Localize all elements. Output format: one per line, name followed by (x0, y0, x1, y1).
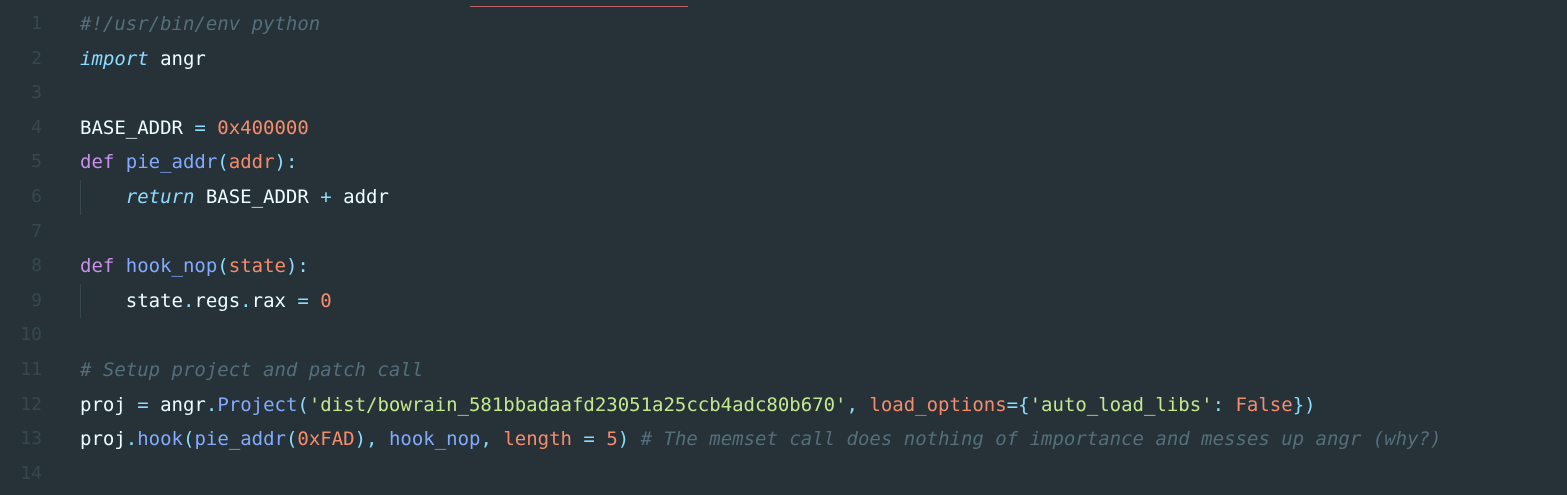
line-code: def hook_nop(state): (80, 249, 309, 284)
line-number: 5 (31, 151, 42, 173)
code-token: : (1212, 393, 1236, 416)
line-code: proj.hook(pie_addr(0xFAD), hook_nop, len… (80, 422, 1441, 457)
line-number: 7 (31, 220, 42, 242)
code-token: pie_addr (125, 151, 218, 174)
code-token: # Setup project and patch call (80, 358, 424, 381)
code-token: regs (194, 289, 241, 312)
line-code: state.regs.rax = 0 (80, 284, 332, 319)
code-token: hook_nop (388, 428, 481, 451)
code-token: Project (217, 393, 298, 416)
line-number: 12 (20, 393, 42, 415)
line-number: 11 (20, 358, 42, 380)
line-code: BASE_ADDR = 0x400000 (80, 111, 309, 146)
code-token: def (80, 151, 115, 174)
code-token: ( (297, 393, 309, 416)
line-code: import angr (80, 42, 206, 77)
line-code: proj = angr.Project('dist/bowrain_581bba… (80, 388, 1316, 423)
code-token: 5 (606, 428, 618, 451)
code-token: def (80, 255, 115, 278)
code-token: = (297, 289, 309, 312)
code-token: proj (80, 428, 126, 451)
line-number: 2 (31, 47, 42, 69)
code-token: proj (80, 393, 138, 416)
code-token: pie_addr (194, 428, 286, 451)
code-token: ( (217, 151, 229, 174)
code-token: 0xFAD (297, 428, 355, 451)
code-token: state (228, 255, 286, 278)
line-code: # Setup project and patch call (80, 353, 423, 388)
code-token: BASE_ADDR (80, 116, 195, 139)
code-token: ), (354, 428, 389, 451)
code-token: hook (137, 428, 183, 451)
code-token: state (80, 289, 183, 312)
line-number: 3 (31, 82, 42, 104)
line-number: 8 (31, 255, 42, 277)
code-token: load_options (869, 393, 1007, 416)
code-token: . (182, 289, 195, 312)
code-token: ) (617, 428, 641, 451)
code-token: 0 (320, 289, 332, 312)
code-token: , (480, 428, 504, 451)
line-number: 13 (20, 428, 42, 450)
code-token: import (80, 47, 149, 70)
code-token: ( (217, 255, 229, 278)
code-token: = (137, 393, 149, 416)
code-token: length (503, 428, 572, 451)
line-number: 10 (20, 324, 42, 346)
code-token: ( (285, 428, 298, 451)
code-token: #!/usr/bin/env python (80, 13, 321, 35)
code-token: hook_nop (125, 255, 218, 278)
line-code: #!/usr/bin/env python (80, 7, 320, 42)
code-token: ): (285, 255, 309, 278)
line-code: def pie_addr(addr): (80, 145, 297, 180)
selection-accent-bar (470, 6, 688, 7)
line-code: return BASE_ADDR + addr (80, 180, 389, 215)
line-number: 1 (31, 13, 42, 34)
line-number: 4 (31, 116, 42, 138)
line-number: 14 (20, 462, 42, 484)
code-token: = (194, 116, 206, 139)
code-token: = (1006, 393, 1019, 416)
code-token: return (125, 185, 195, 208)
code-token: False (1235, 393, 1293, 416)
line-number: 9 (31, 289, 42, 311)
line-number: 6 (31, 185, 42, 207)
code-token: . (125, 428, 138, 451)
code-token: addr (228, 151, 275, 174)
code-token: BASE_ADDR (194, 185, 321, 208)
code-token: rax (251, 289, 298, 312)
code-token: { (1018, 393, 1030, 416)
code-token: # The memset call does nothing of import… (640, 428, 1442, 451)
code-token: ( (182, 428, 195, 451)
code-editor[interactable]: 1 #!/usr/bin/env python 2 import angr 3 4 BASE… (0, 0, 1567, 495)
code-token: ): (274, 151, 298, 174)
code-token: angr (148, 393, 206, 416)
code-token: 'auto_load_libs' (1029, 393, 1213, 416)
code-token: 0x400000 (217, 116, 309, 139)
code-token: . (205, 393, 218, 416)
code-token: 'dist/bowrain_581bbadaafd23051a25ccb4adc… (308, 393, 847, 416)
code-token: = (571, 428, 607, 451)
code-token: }) (1292, 393, 1316, 416)
code-token: , (846, 393, 870, 416)
code-token: . (240, 289, 252, 312)
code-token: angr (148, 47, 206, 70)
code-token: addr (331, 185, 389, 208)
code-token: + (320, 185, 332, 208)
